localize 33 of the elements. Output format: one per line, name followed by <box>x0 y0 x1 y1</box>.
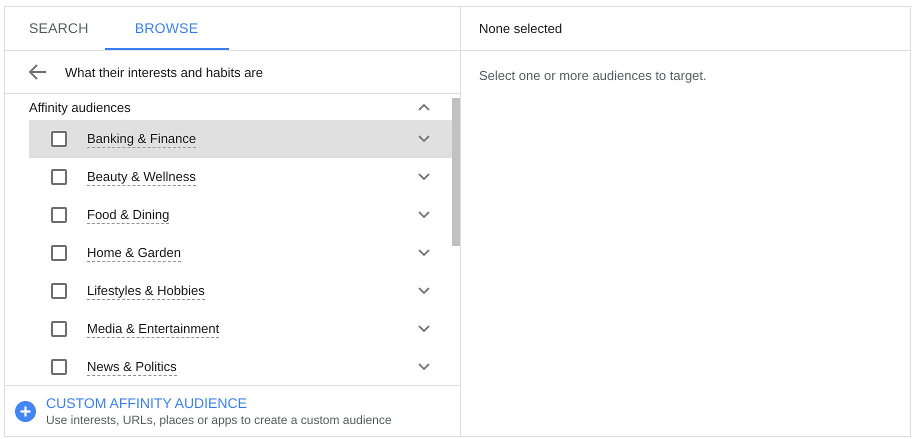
group-title: Affinity audiences <box>29 100 131 114</box>
list-item[interactable]: Lifestyles & Hobbies <box>29 272 452 310</box>
chevron-down-icon[interactable] <box>418 173 430 181</box>
scrollbar-thumb[interactable] <box>452 98 460 246</box>
list-item[interactable]: Media & Entertainment <box>29 310 452 348</box>
list-item[interactable]: Food & Dining <box>29 196 452 234</box>
chevron-down-icon[interactable] <box>418 135 430 143</box>
tab[interactable]: BROWSE <box>104 7 229 50</box>
list-item[interactable]: Banking & Finance <box>29 120 452 158</box>
chevron-down-icon[interactable] <box>418 211 430 219</box>
checkbox[interactable] <box>51 169 67 185</box>
checkbox[interactable] <box>51 321 67 337</box>
list-item[interactable]: Home & Garden <box>29 234 452 272</box>
add-circle-icon[interactable] <box>15 400 36 422</box>
chevron-down-icon[interactable] <box>418 287 430 295</box>
custom-audience-link[interactable]: CUSTOM AFFINITY AUDIENCE <box>46 395 392 411</box>
list-item[interactable]: Beauty & Wellness <box>29 158 452 196</box>
tab[interactable]: SEARCH <box>13 7 105 50</box>
list-item[interactable]: News & Politics <box>29 348 452 385</box>
empty-message: Select one or more audiences to target. <box>478 67 708 83</box>
chevron-down-icon[interactable] <box>418 325 430 333</box>
back-arrow-icon[interactable] <box>29 64 47 80</box>
selection-title: None selected <box>479 21 562 36</box>
checkbox[interactable] <box>51 283 67 299</box>
chevron-down-icon[interactable] <box>418 363 430 371</box>
chevron-up-icon[interactable] <box>418 103 430 111</box>
checkbox[interactable] <box>51 207 67 223</box>
checkbox[interactable] <box>51 359 67 375</box>
checkbox[interactable] <box>51 131 67 147</box>
custom-audience-description: Use interests, URLs, places or apps to create a custom audience <box>46 413 392 427</box>
checkbox[interactable] <box>51 245 67 261</box>
breadcrumb-title: What their interests and habits are <box>65 64 263 80</box>
chevron-down-icon[interactable] <box>418 249 430 257</box>
